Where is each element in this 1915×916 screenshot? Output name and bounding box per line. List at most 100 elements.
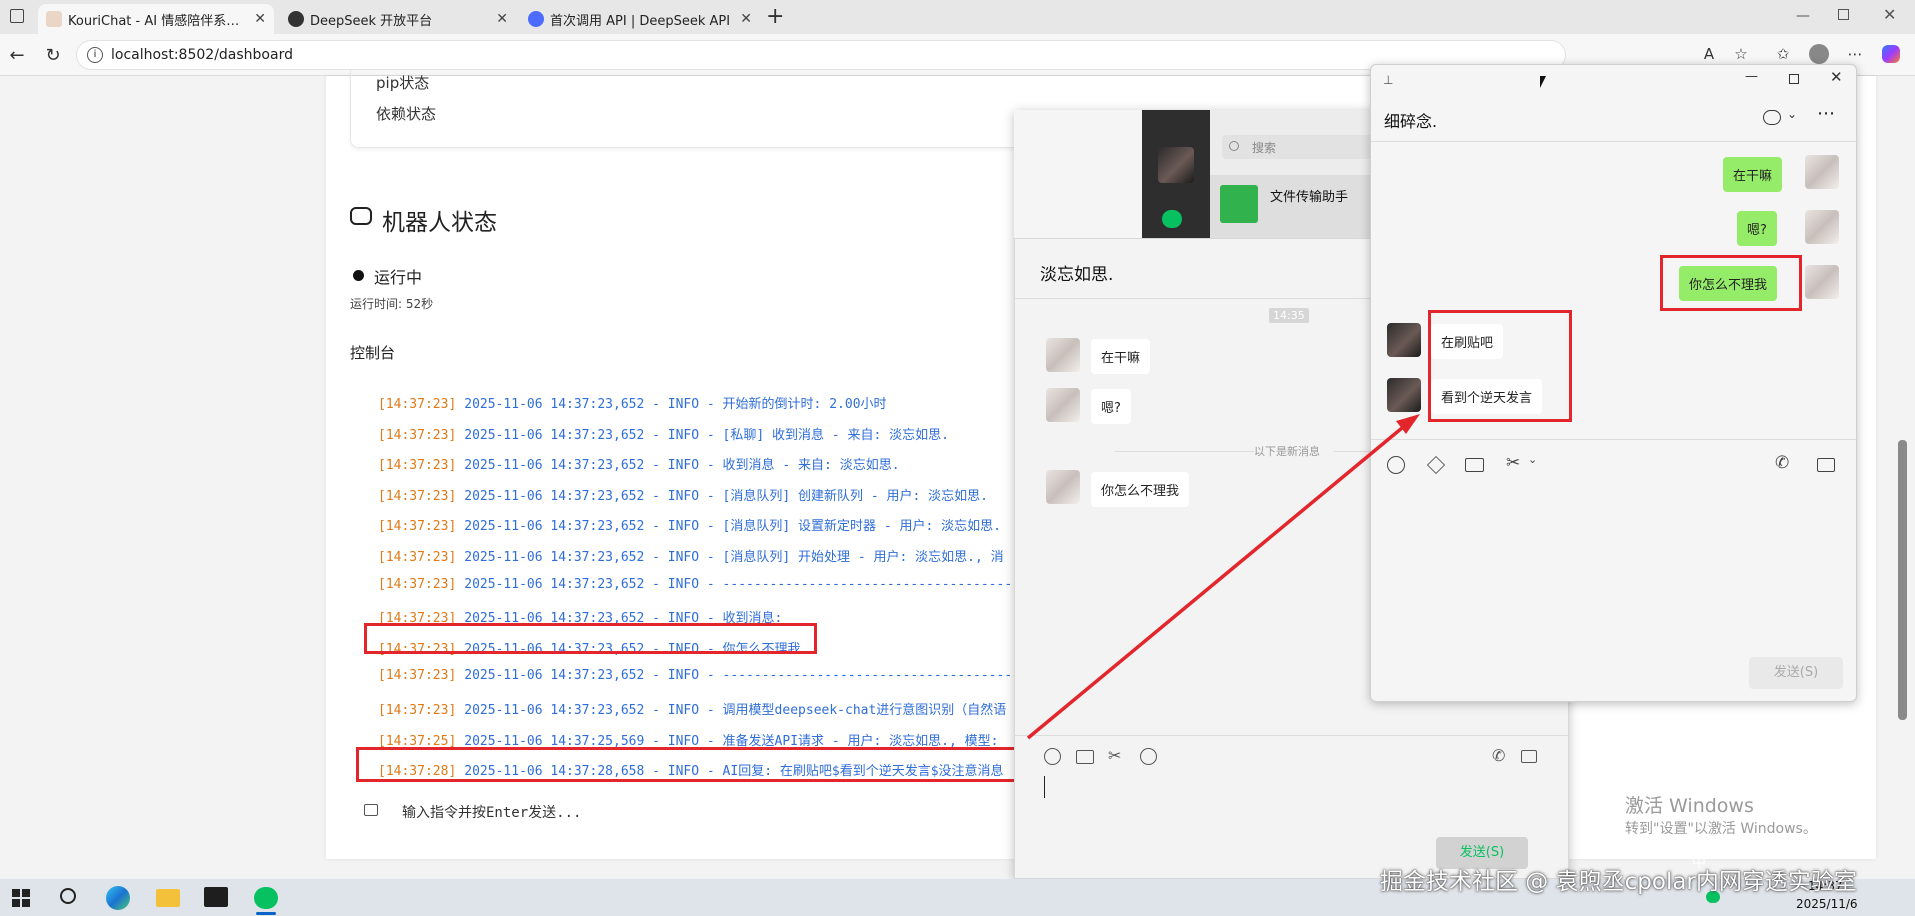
close-tab-icon[interactable]: ✕	[740, 11, 752, 27]
pin-icon[interactable]: ⊥	[1383, 73, 1393, 87]
log-line: [14:37:25] 2025-11-06 14:37:25,569 - INFO…	[378, 730, 998, 749]
chat-nav-icon[interactable]	[1162, 210, 1182, 228]
back-icon[interactable]: ←	[4, 42, 30, 68]
chat-title: 淡忘如思.	[1040, 265, 1114, 285]
chat-history-icon[interactable]	[1140, 748, 1157, 765]
tab-title: DeepSeek 开放平台	[310, 13, 433, 29]
console-title: 控制台	[350, 344, 396, 362]
file-explorer-icon[interactable]	[156, 889, 180, 907]
bot-status-title: 机器人状态	[382, 210, 497, 236]
activate-windows-title: 激活 Windows	[1625, 795, 1754, 817]
video-call-icon[interactable]	[1817, 458, 1835, 472]
favorite-icon[interactable]: ☆	[1730, 43, 1752, 65]
url-field[interactable]: i localhost:8502/dashboard	[76, 40, 1566, 70]
my-avatar[interactable]	[1158, 147, 1194, 183]
maximize-icon[interactable]	[1789, 74, 1799, 84]
log-line: [14:37:23] 2025-11-06 14:37:23,652 - INFO…	[378, 485, 988, 504]
more-options-icon[interactable]: ⋯	[1817, 103, 1835, 124]
clock-date[interactable]: 2025/11/6	[1796, 897, 1858, 911]
sent-message-bubble[interactable]: 嗯?	[1737, 211, 1777, 246]
file-transfer-avatar	[1220, 185, 1258, 223]
deepseek-favicon-icon	[528, 11, 544, 27]
message-bubble[interactable]: 在干嘛	[1091, 339, 1151, 374]
log-message: 2025-11-06 14:37:23,652 - INFO - 收到消息 - …	[464, 458, 900, 474]
close-tab-icon[interactable]: ✕	[496, 11, 508, 27]
log-timestamp: [14:37:23]	[378, 519, 457, 535]
minimize-icon[interactable]: —	[1796, 8, 1810, 24]
copilot-icon[interactable]	[1880, 43, 1902, 65]
tab-deepseek-docs[interactable]: 首次调用 API | DeepSeek API Docs ✕	[520, 4, 760, 34]
contact-avatar[interactable]	[1046, 470, 1080, 504]
deepseek-favicon-icon	[288, 11, 304, 27]
contact-avatar[interactable]	[1046, 388, 1080, 422]
activate-windows-sub: 转到"设置"以激活 Windows。	[1625, 821, 1817, 837]
command-input[interactable]: 输入指令并按Enter发送...	[402, 802, 581, 822]
log-message: 2025-11-06 14:37:23,652 - INFO - [消息队列] …	[464, 519, 1002, 535]
contact-avatar[interactable]	[1387, 323, 1421, 357]
start-icon[interactable]	[12, 889, 30, 907]
tab-kourichat[interactable]: KouriChat - AI 情感陪伴系统控制台 ✕	[38, 4, 274, 34]
contact-avatar[interactable]	[1046, 338, 1080, 372]
sent-message-bubble[interactable]: 在干嘛	[1723, 157, 1783, 192]
kourichat-favicon-icon	[46, 11, 62, 27]
folder-icon[interactable]	[1465, 458, 1484, 472]
log-line: [14:37:23] 2025-11-06 14:37:23,652 - INFO…	[378, 454, 900, 473]
message-bubble[interactable]: 你怎么不理我	[1091, 472, 1190, 507]
log-message: 2025-11-06 14:37:23,652 - INFO - [消息队列] …	[464, 550, 1004, 565]
chevron-down-icon[interactable]: ⌄	[1528, 453, 1537, 466]
message-input-cursor[interactable]	[1044, 776, 1045, 798]
contact-avatar[interactable]	[1387, 378, 1421, 412]
scissors-icon[interactable]: ✂	[1506, 453, 1520, 473]
emoji-icon[interactable]	[1044, 748, 1061, 765]
tab-deepseek-platform[interactable]: DeepSeek 开放平台 ✕	[280, 4, 516, 34]
video-call-icon[interactable]	[1521, 750, 1537, 763]
log-timestamp: [14:37:23]	[378, 703, 457, 718]
url-text: localhost:8502/dashboard	[111, 47, 293, 63]
close-tab-icon[interactable]: ✕	[254, 11, 266, 27]
popup-input-divider	[1371, 439, 1858, 440]
folder-icon[interactable]	[1076, 750, 1094, 764]
tab-actions-icon[interactable]	[10, 9, 24, 23]
phone-icon[interactable]: ✆	[1775, 453, 1789, 473]
chat-bubble-options-icon[interactable]	[1763, 110, 1781, 125]
my-avatar[interactable]	[1805, 155, 1839, 189]
scissors-icon[interactable]: ✂	[1108, 746, 1121, 765]
my-avatar[interactable]	[1805, 210, 1839, 244]
search-icon[interactable]	[60, 888, 76, 904]
info-icon: i	[87, 47, 103, 63]
emoji-icon[interactable]	[1387, 456, 1405, 474]
close-window-icon[interactable]: ✕	[1883, 5, 1896, 24]
log-message: 2025-11-06 14:37:23,652 - INFO - 开始新的倒计时…	[464, 397, 887, 412]
phone-icon[interactable]: ✆	[1492, 746, 1505, 765]
restore-icon[interactable]	[1838, 9, 1849, 20]
log-timestamp: [14:37:23]	[378, 488, 457, 504]
pip-status-label: pip状态	[376, 74, 430, 92]
log-line: [14:37:23] 2025-11-06 14:37:23,652 - INFO…	[378, 699, 1006, 718]
page-scrollbar[interactable]	[1898, 440, 1907, 720]
log-line: [14:37:23] 2025-11-06 14:37:23,652 - INFO…	[378, 424, 949, 443]
log-message: 2025-11-06 14:37:23,652 - INFO - -------…	[464, 668, 1044, 684]
search-input[interactable]: 搜索	[1222, 135, 1382, 159]
tab-bar: KouriChat - AI 情感陪伴系统控制台 ✕ DeepSeek 开放平台…	[0, 0, 1915, 34]
favorites-list-icon[interactable]: ✩	[1772, 43, 1794, 65]
message-bubble[interactable]: 嗯?	[1091, 389, 1131, 424]
wechat-taskbar-icon[interactable]	[254, 887, 278, 909]
my-avatar[interactable]	[1805, 265, 1839, 299]
profile-avatar-icon[interactable]	[1808, 43, 1830, 65]
edge-icon[interactable]	[106, 886, 130, 910]
terminal-icon[interactable]	[204, 887, 228, 907]
chevron-down-icon[interactable]: ⌄	[1787, 107, 1797, 121]
minimize-icon[interactable]: —	[1745, 69, 1758, 84]
log-timestamp: [14:37:23]	[378, 668, 457, 684]
watermark-text: 掘金技术社区 @ 袁煦丞cpolar内网穿透实验室	[1380, 869, 1857, 895]
refresh-icon[interactable]: ↻	[40, 42, 66, 68]
log-message: 2025-11-06 14:37:23,652 - INFO - [私聊] 收到…	[464, 427, 950, 443]
sticker-box-icon[interactable]	[1426, 455, 1446, 475]
robot-icon	[350, 207, 372, 225]
send-button[interactable]: 发送(S)	[1749, 657, 1843, 689]
read-aloud-icon[interactable]: A	[1698, 43, 1720, 65]
new-msg-line-left	[1114, 451, 1254, 452]
more-menu-icon[interactable]: ⋯	[1844, 43, 1866, 65]
close-icon[interactable]: ✕	[1830, 68, 1843, 86]
new-tab-icon[interactable]: +	[766, 4, 784, 29]
